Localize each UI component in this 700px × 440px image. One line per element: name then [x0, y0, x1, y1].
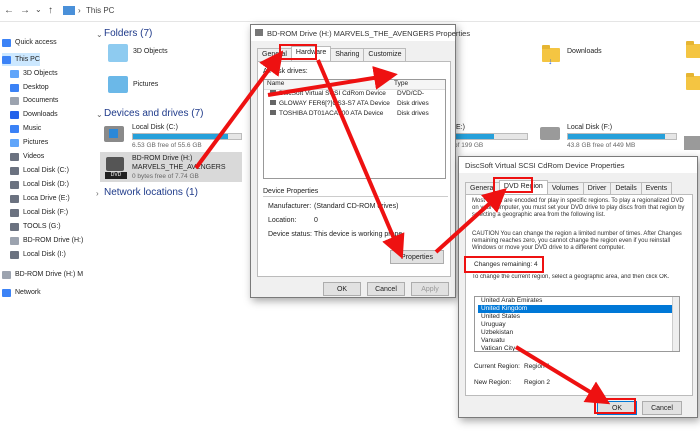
- annotation-arrows: [194, 50, 611, 405]
- arrow-to-ok: [514, 345, 611, 405]
- arrow-to-dvd-region: [434, 187, 507, 254]
- arrow-hardware-to-properties: [316, 59, 405, 260]
- arrow-drive-to-hardware: [194, 50, 284, 170]
